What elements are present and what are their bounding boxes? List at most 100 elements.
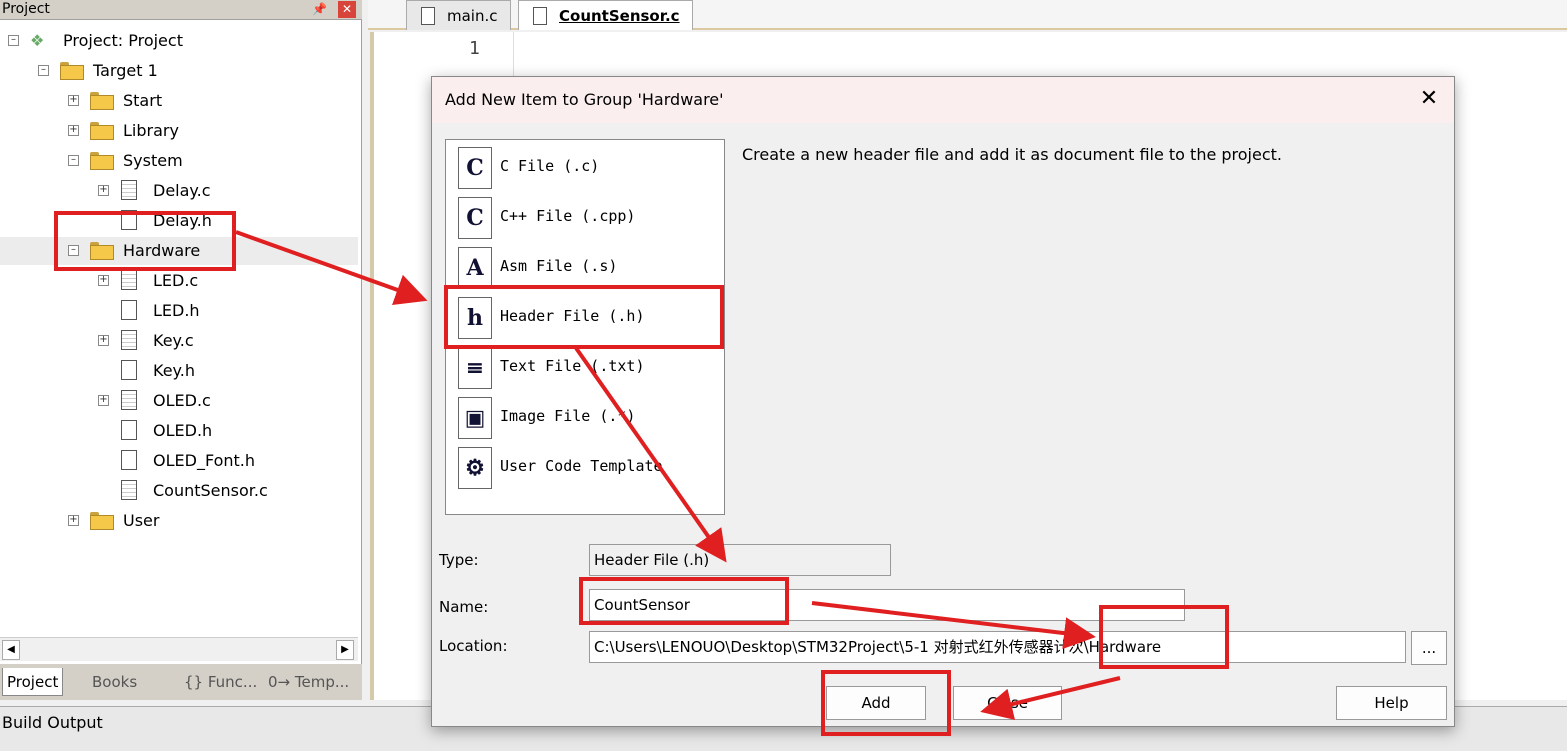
- scroll-left-icon[interactable]: ◀: [2, 640, 20, 660]
- project-panel-title: Project: [2, 1, 50, 17]
- expand-icon[interactable]: +: [98, 275, 109, 286]
- file-type-c[interactable]: C C File (.c): [446, 142, 724, 192]
- panel-tabs: Project Books {} Func... 0→ Temp...: [0, 664, 362, 700]
- type-label: Type:: [439, 551, 479, 569]
- document-icon: [421, 7, 435, 25]
- location-input[interactable]: C:\Users\LENOUO\Desktop\STM32Project\5-1…: [589, 631, 1406, 663]
- tree-item-group[interactable]: – System: [0, 147, 358, 175]
- tree-item-file[interactable]: CountSensor.c: [0, 477, 358, 505]
- target-folder-icon: [60, 62, 84, 80]
- scroll-right-icon[interactable]: ▶: [336, 640, 354, 660]
- line-number: 1: [469, 38, 480, 59]
- c-file-icon: C: [458, 147, 492, 189]
- file-type-label: C File (.c): [500, 157, 600, 175]
- cpp-file-icon: C: [458, 197, 492, 239]
- tab-countsensor-c[interactable]: CountSensor.c: [518, 0, 693, 30]
- tab-functions[interactable]: {} Func...: [184, 668, 257, 696]
- file-type-text[interactable]: ≡ Text File (.txt): [446, 342, 724, 392]
- location-label: Location:: [439, 637, 508, 655]
- expand-icon[interactable]: +: [98, 395, 109, 406]
- file-type-label: Asm File (.s): [500, 257, 618, 275]
- tree-item-group[interactable]: + Library: [0, 117, 358, 145]
- tree-item-file[interactable]: OLED.h: [0, 417, 358, 445]
- tab-label: CountSensor.c: [559, 7, 680, 25]
- type-field: Header File (.h): [589, 544, 891, 576]
- tab-books[interactable]: Books: [92, 668, 137, 696]
- expand-icon[interactable]: +: [68, 515, 79, 526]
- expand-icon[interactable]: +: [68, 125, 79, 136]
- tab-label: main.c: [447, 7, 498, 25]
- tree-item-label: Key.h: [153, 361, 195, 380]
- asm-file-icon: A: [458, 247, 492, 289]
- help-button[interactable]: Help: [1336, 686, 1447, 720]
- tree-item-label: System: [123, 151, 183, 170]
- pin-icon[interactable]: 📌: [312, 2, 327, 16]
- expand-icon[interactable]: +: [98, 185, 109, 196]
- document-icon: [533, 7, 547, 25]
- project-panel: Project 📌 ✕ – ❖ Project: Project – Targe…: [0, 0, 362, 700]
- tree-item-file[interactable]: + LED.c: [0, 267, 358, 295]
- open-folder-icon: [90, 152, 114, 170]
- expand-icon[interactable]: +: [68, 95, 79, 106]
- file-type-label: Image File (.*): [500, 407, 636, 425]
- header-file-icon: [121, 450, 137, 470]
- file-type-image[interactable]: ▣ Image File (.*): [446, 392, 724, 442]
- tree-item-file[interactable]: + OLED.c: [0, 387, 358, 415]
- tree-item-label: Hardware: [123, 241, 201, 260]
- collapse-icon[interactable]: –: [38, 65, 49, 76]
- collapse-icon[interactable]: –: [68, 155, 79, 166]
- tree-item-label: Target 1: [93, 61, 158, 80]
- tree-item-group-hardware[interactable]: – Hardware: [0, 237, 358, 265]
- tree-item-file[interactable]: OLED_Font.h: [0, 447, 358, 475]
- c-file-icon: [121, 330, 137, 350]
- collapse-icon[interactable]: –: [68, 245, 79, 256]
- c-file-icon: [121, 180, 137, 200]
- tree-item-group[interactable]: + User: [0, 507, 358, 535]
- name-label: Name:: [439, 598, 489, 616]
- tree-item-file[interactable]: + Delay.c: [0, 177, 358, 205]
- project-panel-header: Project 📌 ✕: [0, 0, 362, 20]
- file-type-cpp[interactable]: C C++ File (.cpp): [446, 192, 724, 242]
- text-file-icon: ≡: [458, 347, 492, 389]
- file-type-asm[interactable]: A Asm File (.s): [446, 242, 724, 292]
- tree-item-label: OLED.h: [153, 421, 213, 440]
- header-file-icon: [121, 210, 137, 230]
- tree-item-label: LED.c: [153, 271, 199, 290]
- tree-item-label: Key.c: [153, 331, 194, 350]
- tree-item-file[interactable]: Key.h: [0, 357, 358, 385]
- dialog-title: Add New Item to Group 'Hardware': [445, 90, 724, 109]
- dialog-close-icon[interactable]: ✕: [1416, 86, 1442, 112]
- name-input[interactable]: CountSensor: [589, 589, 1185, 621]
- tree-item-file[interactable]: + Key.c: [0, 327, 358, 355]
- tree-item-label: Delay.c: [153, 181, 211, 200]
- collapse-icon[interactable]: –: [8, 35, 19, 46]
- tree-item-file[interactable]: Delay.h: [0, 207, 358, 235]
- tree-item-label: LED.h: [153, 301, 200, 320]
- tree-item-file[interactable]: LED.h: [0, 297, 358, 325]
- browse-button[interactable]: ...: [1411, 631, 1447, 665]
- horizontal-scrollbar[interactable]: ◀ ▶: [0, 637, 358, 661]
- gear-icon: ⚙: [458, 447, 492, 489]
- tab-templates[interactable]: 0→ Temp...: [268, 668, 349, 696]
- close-button[interactable]: Close: [953, 686, 1062, 720]
- tab-main-c[interactable]: main.c: [406, 0, 511, 30]
- file-type-header[interactable]: h Header File (.h): [446, 292, 724, 342]
- editor-tabbar: main.c CountSensor.c: [368, 0, 1567, 30]
- header-file-icon: [121, 300, 137, 320]
- c-file-icon: [121, 390, 137, 410]
- add-button[interactable]: Add: [826, 686, 926, 720]
- c-file-icon: [121, 270, 137, 290]
- tree-item-project-root[interactable]: – ❖ Project: Project: [0, 27, 358, 55]
- tree-item-label: OLED_Font.h: [153, 451, 255, 470]
- file-type-template[interactable]: ⚙ User Code Template: [446, 442, 724, 492]
- expand-icon[interactable]: +: [98, 335, 109, 346]
- tab-project[interactable]: Project: [2, 668, 64, 696]
- tree-item-target[interactable]: – Target 1: [0, 57, 358, 85]
- file-type-label: C++ File (.cpp): [500, 207, 636, 225]
- header-file-icon: [121, 420, 137, 440]
- file-type-label: Header File (.h): [500, 307, 645, 325]
- tree-item-group[interactable]: + Start: [0, 87, 358, 115]
- tree-item-label: OLED.c: [153, 391, 211, 410]
- close-icon[interactable]: ✕: [338, 1, 356, 18]
- folder-icon: [90, 92, 114, 110]
